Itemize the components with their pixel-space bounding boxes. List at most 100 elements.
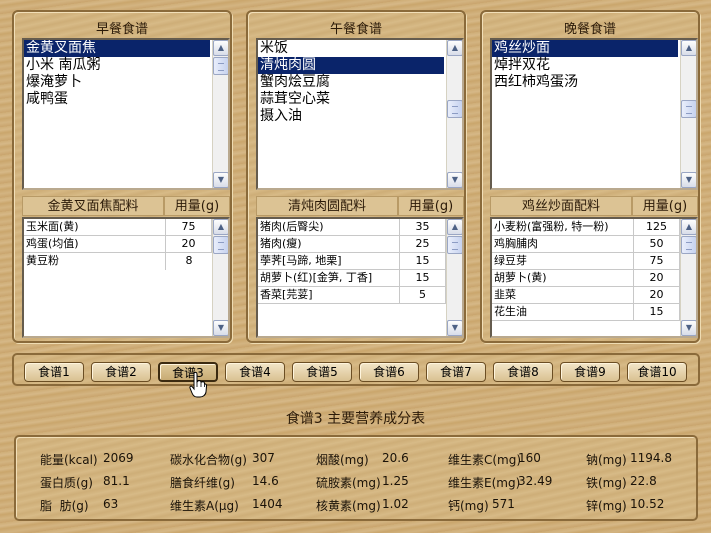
breakfast-panel: 早餐食谱 金黄叉面焦 小米 南瓜粥 爆淹萝卜 咸鸭蛋 ▲ ▼ 金黄叉面焦配料 用… [12,10,232,343]
list-item[interactable]: 摄入油 [258,108,444,125]
ingredient-amount: 35 [400,219,446,236]
ingredient-amount: 15 [634,304,680,321]
table-row[interactable]: 小麦粉(富强粉, 特一粉) 125 [492,219,696,236]
list-item[interactable]: 西红柿鸡蛋汤 [492,74,678,91]
ingredient-amount: 25 [400,236,446,253]
scroll-up-icon[interactable]: ▲ [213,40,228,56]
ingredient-amount: 5 [400,287,446,304]
scroll-up-icon[interactable]: ▲ [447,219,462,235]
nutrient-iron: 铁(mg) 22.8 [586,474,657,490]
scroll-thumb[interactable] [213,57,228,75]
ingredient-column-header: 金黄叉面焦配料 [22,196,164,216]
scroll-up-icon[interactable]: ▲ [447,40,462,56]
scroll-up-icon[interactable]: ▲ [681,40,696,56]
dinner-title: 晚餐食谱 [563,22,616,37]
lunch-ingredient-list[interactable]: 猪肉(后臀尖) 35 猪肉(瘦) 25 荸荠[马蹄, 地栗] 15 胡萝卜(红)[金笋… [256,217,464,338]
table-row[interactable]: 香菜[芫荽] 5 [258,287,462,304]
nutrient-vitamin-c: 维生素C(mg) 160 [448,451,541,467]
ingredient-name: 黄豆粉 [24,253,166,270]
scroll-thumb[interactable] [681,100,696,118]
ingredient-scrollbar[interactable]: ▲ ▼ [446,219,462,336]
recipe-5-button[interactable]: 食谱5 [292,362,352,382]
list-item[interactable]: 蒜茸空心菜 [258,91,444,108]
nutrient-vitamin-a: 维生素A(μg) 1404 [170,497,283,513]
recipe-8-button[interactable]: 食谱8 [493,362,553,382]
nutrient-zinc: 锌(mg) 10.52 [586,497,665,513]
scroll-down-icon[interactable]: ▼ [213,172,228,188]
recipe-6-button[interactable]: 食谱6 [359,362,419,382]
list-item[interactable]: 焯拌双花 [492,57,678,74]
scroll-down-icon[interactable]: ▼ [213,320,228,336]
table-row[interactable]: 鸡胸脯肉 50 [492,236,696,253]
dish-scrollbar[interactable]: ▲ ▼ [680,40,696,188]
list-item[interactable]: 小米 南瓜粥 [24,57,210,74]
list-item[interactable]: 清炖肉圆 [258,57,444,74]
scroll-down-icon[interactable]: ▼ [681,320,696,336]
lunch-title: 午餐食谱 [329,22,382,37]
list-item[interactable]: 金黄叉面焦 [24,40,210,57]
nutrient-fat: 脂 肪(g) 63 [40,497,119,513]
scroll-up-icon[interactable]: ▲ [213,219,228,235]
nutrient-fiber: 膳食纤维(g) 14.6 [170,474,279,490]
ingredient-scrollbar[interactable]: ▲ ▼ [212,219,228,336]
table-row[interactable]: 黄豆粉 8 [24,253,228,270]
recipe-2-button[interactable]: 食谱2 [91,362,151,382]
lunch-dish-list[interactable]: 米饭 清炖肉圆 蟹肉烩豆腐 蒜茸空心菜 摄入油 ▲ ▼ [256,38,464,190]
recipe-10-button[interactable]: 食谱10 [627,362,687,382]
recipe-4-button[interactable]: 食谱4 [225,362,285,382]
scroll-down-icon[interactable]: ▼ [447,320,462,336]
ingredient-amount: 15 [400,253,446,270]
recipe-9-button[interactable]: 食谱9 [560,362,620,382]
dinner-ingredient-list[interactable]: 小麦粉(富强粉, 特一粉) 125 鸡胸脯肉 50 绿豆芽 75 胡萝卜(黄) 20 韭… [490,217,698,338]
ingredient-name: 玉米面(黄) [24,219,166,236]
ingredient-name: 胡萝卜(黄) [492,270,634,287]
table-row[interactable]: 鸡蛋(均值) 20 [24,236,228,253]
table-row[interactable]: 玉米面(黄) 75 [24,219,228,236]
ingredient-amount: 20 [634,270,680,287]
ingredient-name: 绿豆芽 [492,253,634,270]
recipe-3-button[interactable]: 食谱3 [158,362,218,382]
list-item[interactable]: 蟹肉烩豆腐 [258,74,444,91]
scroll-up-icon[interactable]: ▲ [681,219,696,235]
ingredient-amount: 75 [166,219,212,236]
list-item[interactable]: 米饭 [258,40,444,57]
amount-column-header: 用量(g) [632,196,698,216]
list-item[interactable]: 爆淹萝卜 [24,74,210,91]
amount-column-header: 用量(g) [398,196,464,216]
table-row[interactable]: 花生油 15 [492,304,696,321]
dinner-dish-list[interactable]: 鸡丝炒面 焯拌双花 西红柿鸡蛋汤 ▲ ▼ [490,38,698,190]
list-item[interactable]: 咸鸭蛋 [24,91,210,108]
nutrition-table: 能量(kcal) 2069 碳水化合物(g) 307 烟酸(mg) 20.6 维生素C… [14,435,698,521]
scroll-thumb[interactable] [213,236,228,254]
ingredient-scrollbar[interactable]: ▲ ▼ [680,219,696,336]
table-row[interactable]: 韭菜 20 [492,287,696,304]
scroll-thumb[interactable] [681,236,696,254]
table-row[interactable]: 猪肉(瘦) 25 [258,236,462,253]
ingredient-name: 胡萝卜(红)[金笋, 丁香] [258,270,400,287]
recipe-1-button[interactable]: 食谱1 [24,362,84,382]
dinner-panel: 晚餐食谱 鸡丝炒面 焯拌双花 西红柿鸡蛋汤 ▲ ▼ 鸡丝炒面配料 用量(g) 小… [480,10,700,343]
ingredient-name: 花生油 [492,304,634,321]
scroll-thumb[interactable] [447,236,462,254]
table-row[interactable]: 绿豆芽 75 [492,253,696,270]
nutrient-sodium: 钠(mg) 1194.8 [586,451,672,467]
ingredient-header: 鸡丝炒面配料 用量(g) [490,196,698,216]
recipe-7-button[interactable]: 食谱7 [426,362,486,382]
amount-column-header: 用量(g) [164,196,230,216]
list-item[interactable]: 鸡丝炒面 [492,40,678,57]
nutrient-carbohydrate: 碳水化合物(g) 307 [170,451,275,467]
scroll-down-icon[interactable]: ▼ [447,172,462,188]
ingredient-name: 鸡胸脯肉 [492,236,634,253]
ingredient-amount: 20 [634,287,680,304]
table-row[interactable]: 胡萝卜(黄) 20 [492,270,696,287]
breakfast-title: 早餐食谱 [95,22,148,37]
dish-scrollbar[interactable]: ▲ ▼ [212,40,228,188]
table-row[interactable]: 荸荠[马蹄, 地栗] 15 [258,253,462,270]
breakfast-ingredient-list[interactable]: 玉米面(黄) 75 鸡蛋(均值) 20 黄豆粉 8 ▲ ▼ [22,217,230,338]
scroll-down-icon[interactable]: ▼ [681,172,696,188]
dish-scrollbar[interactable]: ▲ ▼ [446,40,462,188]
scroll-thumb[interactable] [447,100,462,118]
breakfast-dish-list[interactable]: 金黄叉面焦 小米 南瓜粥 爆淹萝卜 咸鸭蛋 ▲ ▼ [22,38,230,190]
table-row[interactable]: 胡萝卜(红)[金笋, 丁香] 15 [258,270,462,287]
table-row[interactable]: 猪肉(后臀尖) 35 [258,219,462,236]
